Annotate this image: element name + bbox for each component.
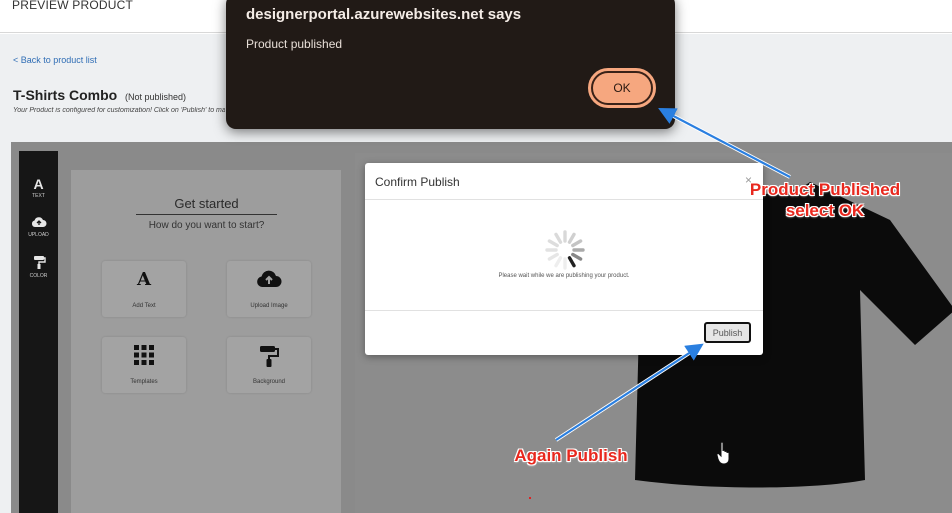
upload-cloud-icon [19, 216, 58, 230]
modal-header: Confirm Publish [365, 163, 763, 200]
alert-origin: designerportal.azurewebsites.net says [246, 6, 522, 23]
alert-message: Product published [246, 37, 343, 51]
tool-color-label: COLOR [29, 273, 48, 279]
option-label: Background [252, 379, 286, 385]
product-status-badge: (Not published) [125, 92, 187, 102]
annotation-product-published: Product Published select OK [734, 179, 916, 221]
tool-color[interactable]: COLOR [19, 255, 58, 279]
text-icon: A [137, 269, 151, 290]
loading-spinner-icon [545, 230, 585, 270]
confirm-publish-modal: Confirm Publish × Please wait while we a… [365, 163, 763, 355]
paint-roller-icon [227, 345, 311, 372]
panel-subtitle: How do you want to start? [148, 220, 265, 231]
option-background[interactable]: Background [227, 337, 311, 393]
tool-upload-label: UPLOAD [28, 232, 49, 238]
modal-title: Confirm Publish [375, 175, 460, 189]
modal-footer-divider [365, 310, 763, 311]
option-label: Upload Image [250, 303, 288, 309]
option-templates[interactable]: Templates [102, 337, 186, 393]
designer-toolbar: A TEXT UPLOAD COLOR [19, 151, 58, 513]
option-add-text[interactable]: A Add Text [102, 261, 186, 317]
annotation-line-2: select OK [785, 201, 865, 220]
tool-upload[interactable]: UPLOAD [19, 216, 58, 238]
ok-button[interactable]: OK [588, 68, 656, 108]
back-to-product-list-link[interactable]: < Back to product list [13, 55, 97, 65]
annotation-line-1: Product Published [749, 180, 901, 199]
paint-roller-icon [19, 255, 58, 271]
panel-title: Get started [174, 196, 239, 211]
canvas-marker-dot [529, 497, 531, 499]
panel-divider [136, 214, 277, 215]
hand-cursor-icon [716, 441, 730, 465]
product-hint: Your Product is configured for customiza… [13, 107, 225, 114]
product-name: T-Shirts Combo [13, 87, 118, 103]
option-upload-image[interactable]: Upload Image [227, 261, 311, 317]
tool-text[interactable]: A TEXT [19, 177, 58, 199]
option-label: Add Text [132, 303, 156, 309]
tool-text-label: TEXT [32, 193, 45, 199]
annotation-again-publish: Again Publish [514, 446, 628, 465]
option-label: Templates [130, 379, 158, 385]
text-icon: A [33, 176, 44, 192]
grid-icon [102, 345, 186, 370]
upload-cloud-icon [227, 269, 311, 294]
browser-alert-dialog: designerportal.azurewebsites.net says Pr… [226, 0, 675, 129]
publishing-message: Please wait while we are publishing your… [498, 273, 630, 279]
publish-button[interactable]: Publish [704, 322, 751, 343]
page-title: PREVIEW PRODUCT [12, 0, 134, 12]
